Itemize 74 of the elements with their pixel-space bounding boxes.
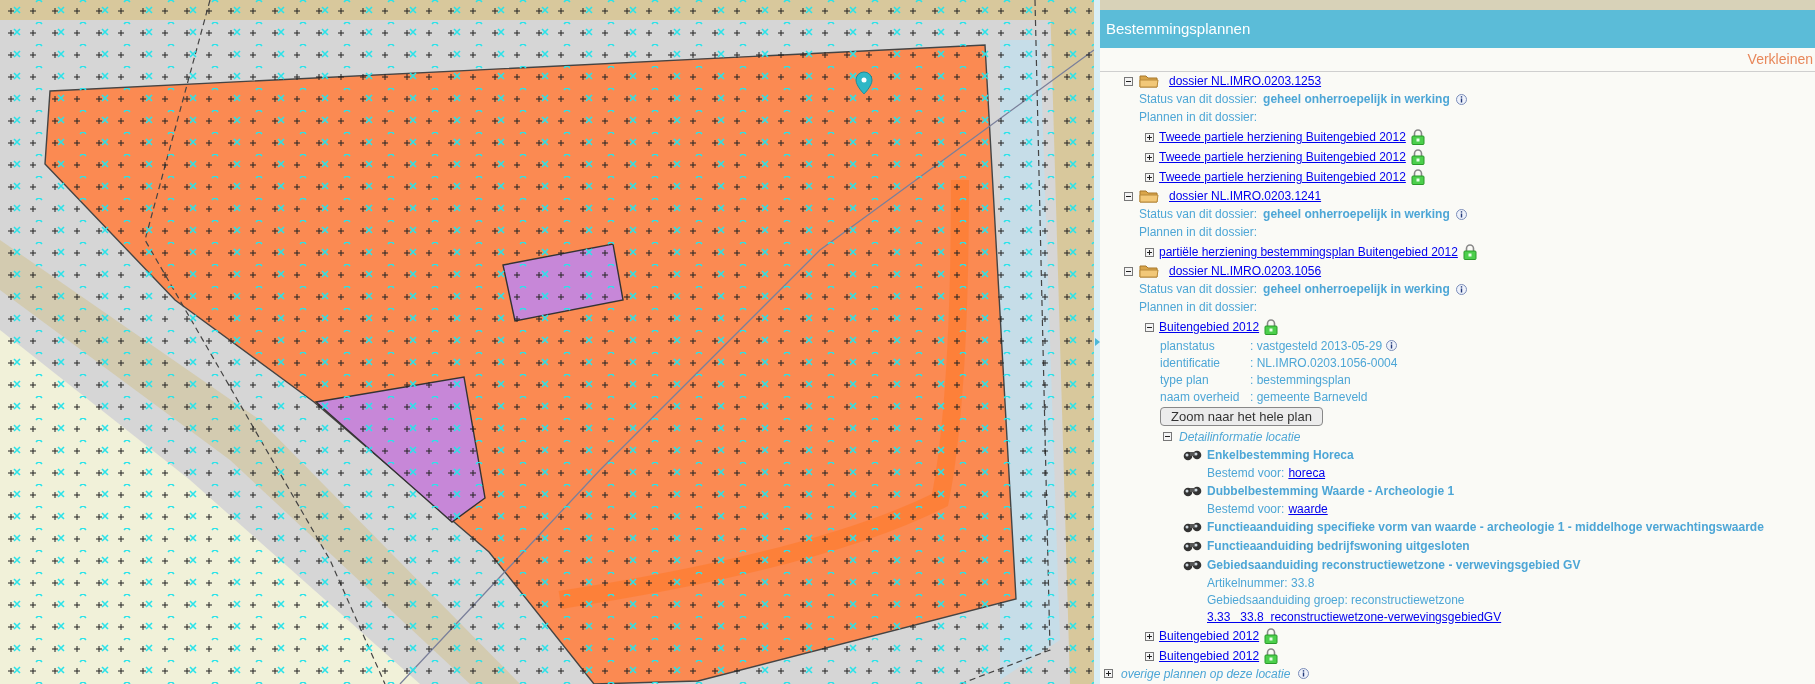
detail-item-title: Dubbelbestemming Waarde - Archeologie 1: [1207, 483, 1455, 500]
lock-icon: [1264, 628, 1279, 644]
expand-icon[interactable]: [1104, 669, 1113, 678]
plan-link[interactable]: Tweede partiele herziening Buitengebied 2012: [1159, 168, 1406, 186]
info-icon[interactable]: [1298, 668, 1310, 679]
plan-link[interactable]: partiële herziening bestemmingsplan Buitengebied 2012: [1159, 243, 1458, 261]
property-value: : bestemmingsplan: [1250, 371, 1351, 389]
detail-text: Gebiedsaanduiding groep: reconstructiewetzone: [1207, 591, 1465, 609]
status-value: geheel onherroepelijk in werking: [1263, 281, 1450, 298]
status-value: geheel onherroepelijk in werking: [1263, 91, 1450, 108]
lock-icon: [1462, 244, 1477, 260]
detail-item-title: Functieaanduiding bedrijfswoning uitgesloten: [1207, 538, 1470, 555]
property-label: identificatie: [1160, 354, 1222, 372]
folder-icon: [1139, 264, 1159, 278]
binoculars-icon: [1183, 485, 1203, 497]
collapse-icon[interactable]: [1124, 76, 1133, 86]
info-icon[interactable]: [1455, 208, 1467, 220]
binoculars-icon: [1183, 449, 1203, 461]
plans-label: Plannen in dit dossier:: [1139, 224, 1258, 241]
lock-icon: [1264, 648, 1279, 664]
status-label: Status van dit dossier:: [1139, 206, 1258, 223]
folder-icon: [1139, 189, 1159, 203]
property-label: planstatus: [1160, 337, 1216, 355]
binoculars-icon: [1183, 521, 1203, 533]
plan-link[interactable]: Buitengebied 2012: [1159, 627, 1260, 645]
lock-icon: [1410, 149, 1425, 165]
info-icon[interactable]: [1455, 93, 1467, 105]
collapse-icon[interactable]: [1124, 266, 1133, 276]
detail-text: Artikelnummer: 33.8: [1207, 574, 1315, 592]
expand-icon[interactable]: [1145, 631, 1154, 641]
dossier-link[interactable]: dossier NL.IMRO.0203.1056: [1169, 262, 1322, 280]
detail-link[interactable]: 3.33 33.8 reconstructiewetzone-verwevingsgebiedGV: [1207, 607, 1502, 626]
detail-label: Bestemd voor:: [1207, 500, 1285, 518]
info-icon[interactable]: [1455, 283, 1467, 295]
status-label: Status van dit dossier:: [1139, 91, 1258, 108]
status-value: geheel onherroepelijk in werking: [1263, 206, 1450, 223]
detail-item-title: Functieaanduiding specifieke vorm van waarde - archeologie 1 - middelhoge verwachtingswaarde: [1207, 519, 1764, 536]
property-value: : gemeente Barneveld: [1250, 388, 1368, 406]
collapse-icon[interactable]: [1124, 191, 1133, 201]
expand-icon[interactable]: [1145, 172, 1154, 182]
dossier-link[interactable]: dossier NL.IMRO.0203.1241: [1169, 187, 1322, 205]
panel-handle[interactable]: [1094, 0, 1100, 684]
collapse-icon[interactable]: [1145, 322, 1154, 332]
status-label: Status van dit dossier:: [1139, 281, 1258, 298]
plan-link[interactable]: Tweede partiele herziening Buitengebied 2012: [1159, 128, 1406, 146]
detail-link[interactable]: horeca: [1288, 463, 1326, 482]
detail-link[interactable]: waarde: [1288, 499, 1328, 518]
lock-icon: [1410, 169, 1425, 185]
collapse-icon[interactable]: [1163, 432, 1172, 441]
detail-label: Bestemd voor:: [1207, 464, 1285, 482]
detail-item-title: Gebiedsaanduiding reconstructiewetzone - verwevingsgebied GV: [1207, 557, 1581, 574]
lock-icon: [1264, 319, 1279, 335]
zoom-to-plan-button[interactable]: Zoom naar het hele plan: [1160, 406, 1323, 426]
binoculars-icon: [1183, 540, 1203, 552]
binoculars-icon: [1183, 559, 1203, 571]
info-icon[interactable]: [1386, 340, 1398, 351]
plans-label: Plannen in dit dossier:: [1139, 109, 1258, 126]
property-value: : vastgesteld 2013-05-29: [1250, 337, 1383, 355]
expand-icon[interactable]: [1145, 651, 1154, 661]
expand-icon[interactable]: [1145, 132, 1154, 142]
property-label: type plan: [1160, 371, 1210, 389]
property-label: naam overheid: [1160, 388, 1241, 406]
property-value: : NL.IMRO.0203.1056-0004: [1250, 354, 1398, 372]
plan-link[interactable]: Tweede partiele herziening Buitengebied 2012: [1159, 148, 1406, 166]
plans-label: Plannen in dit dossier:: [1139, 299, 1258, 316]
panel-title: Bestemmingsplannen: [1100, 10, 1815, 48]
lock-icon: [1410, 129, 1425, 145]
plan-link[interactable]: Buitengebied 2012: [1159, 647, 1260, 665]
dossier-link[interactable]: dossier NL.IMRO.0203.1253: [1169, 72, 1322, 90]
plan-link[interactable]: Buitengebied 2012: [1159, 318, 1260, 336]
detail-item-title: Enkelbestemming Horeca: [1207, 447, 1354, 464]
expand-icon[interactable]: [1145, 247, 1154, 257]
folder-icon: [1139, 74, 1159, 88]
expand-icon[interactable]: [1145, 152, 1154, 162]
